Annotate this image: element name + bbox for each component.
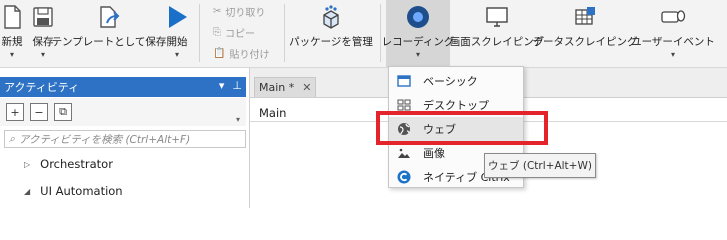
copy-icon: ⎘ (213, 26, 221, 38)
chevron-down-icon: ▾ (9, 50, 14, 59)
chevron-down-icon[interactable]: ▾ (236, 115, 240, 124)
floppy-icon (32, 4, 54, 30)
activities-search-input[interactable]: ⌕ アクティビティを検索 (Ctrl+Alt+F) (4, 130, 246, 148)
search-icon: ⌕ (9, 132, 15, 145)
highlight-box (376, 111, 548, 145)
pin-icon[interactable]: ⊥ (232, 79, 242, 92)
menu-item-basic[interactable]: ベーシック (389, 69, 523, 93)
ribbon-separator (199, 4, 200, 62)
tooltip: ウェブ (Ctrl+Alt+W) (484, 153, 596, 178)
chevron-down-icon: ▾ (670, 50, 675, 59)
chevron-right-icon[interactable]: ▷ (24, 160, 30, 169)
basic-recorder-icon (397, 74, 411, 88)
start-button[interactable]: 開始 ▾ (160, 0, 194, 66)
monitor-icon (485, 4, 509, 30)
play-icon (166, 4, 188, 30)
tree-item-ui-automation[interactable]: ◢ UI Automation (24, 184, 123, 198)
activities-toolbar: + − ⧉ ▾ (0, 98, 246, 126)
image-recorder-icon (397, 146, 411, 160)
save-button[interactable]: 保存 ▾ (28, 0, 58, 66)
tab-main[interactable]: Main * ✕ (254, 77, 316, 97)
mouse-keyboard-icon (660, 4, 686, 30)
expand-all-icon[interactable]: + (6, 103, 24, 121)
copy-icon[interactable]: ⧉ (54, 103, 72, 121)
scissors-icon: ✂ (213, 5, 222, 17)
panel-menu-icon[interactable]: ▾ (219, 79, 225, 92)
activities-panel-title: アクティビティ (4, 81, 80, 94)
data-scraping-button[interactable]: データスクレイピング (533, 0, 638, 66)
recording-button[interactable]: レコーディング ▾ (382, 0, 454, 66)
clipboard-icon: 📋 (213, 47, 226, 59)
activities-panel-header: アクティビティ ▾ ⊥ (0, 77, 246, 97)
package-icon (318, 4, 344, 30)
workflow-title: Main (259, 106, 287, 120)
user-events-button[interactable]: ユーザーイベント ▾ (631, 0, 715, 66)
chevron-down-icon[interactable]: ◢ (24, 187, 30, 196)
citrix-icon (397, 170, 411, 184)
tree-item-orchestrator[interactable]: ▷ Orchestrator (24, 157, 113, 171)
paste-button[interactable]: 📋 貼り付け (213, 44, 269, 62)
copy-button[interactable]: ⎘ コピー (213, 23, 255, 41)
close-icon[interactable]: ✕ (302, 81, 311, 94)
export-template-icon (97, 4, 121, 30)
record-icon (405, 4, 431, 30)
manage-packages-button[interactable]: パッケージを管理 (289, 0, 373, 66)
new-file-icon (2, 4, 22, 30)
cut-button[interactable]: ✂ 切り取り (213, 2, 265, 20)
chevron-down-icon: ▾ (174, 50, 179, 59)
chevron-down-icon: ▾ (40, 50, 45, 59)
desktop-recorder-icon (397, 98, 411, 112)
screen-scraping-button[interactable]: 画面スクレイピング (450, 0, 544, 66)
ribbon-separator (284, 4, 285, 62)
new-button[interactable]: 新規 ▾ (0, 0, 30, 66)
save-as-template-button[interactable]: テンプレートとして保存 (52, 0, 166, 66)
ribbon-separator (380, 4, 381, 62)
collapse-all-icon[interactable]: − (30, 103, 48, 121)
table-icon (574, 4, 596, 30)
chevron-down-icon: ▾ (415, 50, 420, 59)
